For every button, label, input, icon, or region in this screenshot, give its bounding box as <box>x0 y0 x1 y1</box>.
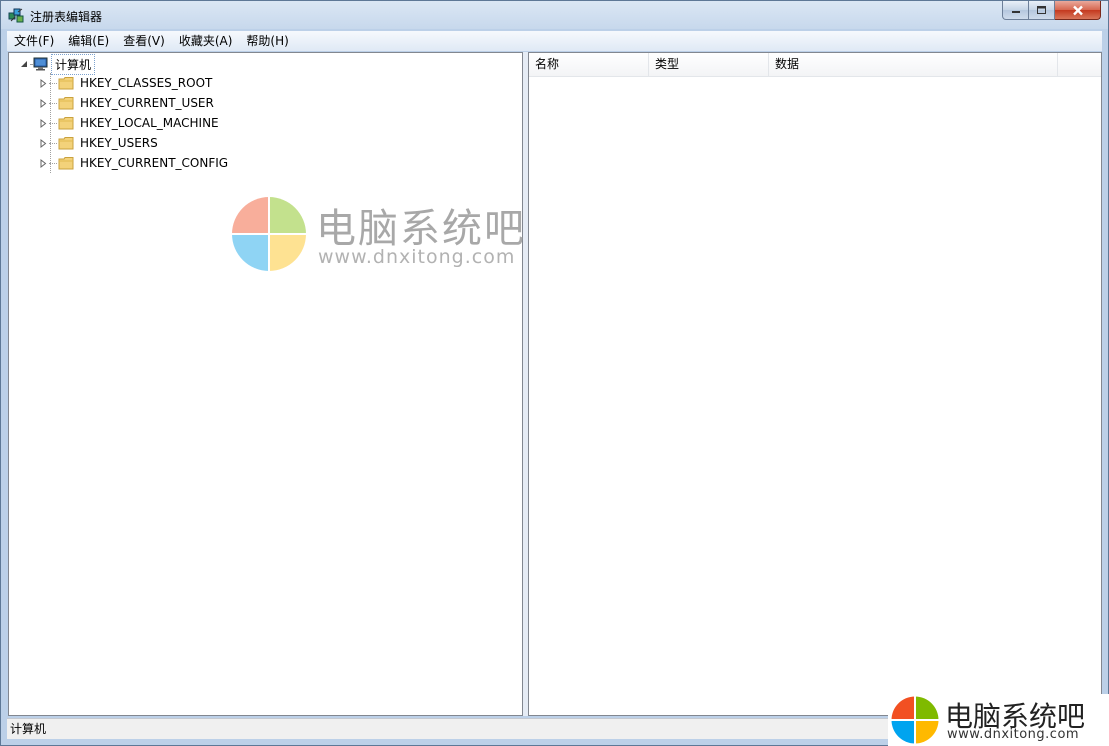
title-bar[interactable]: 注册表编辑器 <box>1 1 1108 30</box>
expand-arrow-icon[interactable] <box>38 158 48 168</box>
menu-view[interactable]: 查看(V) <box>116 31 172 51</box>
tree-root-label[interactable]: 计算机 <box>51 53 96 75</box>
tree-connector <box>49 82 57 84</box>
registry-editor-window: 注册表编辑器 文件(F) 编辑(E) 查看(V) 收藏夹(A) 帮助(H) 计算… <box>0 0 1109 746</box>
restore-icon <box>1037 6 1046 14</box>
tree-connector <box>30 63 32 65</box>
column-header-data[interactable]: 数据 <box>769 53 1058 76</box>
restore-button[interactable] <box>1029 1 1055 20</box>
folder-icon <box>58 77 74 90</box>
expand-arrow-icon[interactable] <box>38 118 48 128</box>
menu-edit[interactable]: 编辑(E) <box>61 31 116 51</box>
tree-item-hkey-users[interactable]: HKEY_USERS <box>38 133 158 153</box>
tree-connector <box>49 102 57 104</box>
column-header-type[interactable]: 类型 <box>649 53 769 76</box>
folder-icon <box>58 157 74 170</box>
tree-item-label: HKEY_USERS <box>80 136 158 150</box>
tree-item-label: HKEY_CURRENT_CONFIG <box>80 156 229 170</box>
collapse-arrow-icon[interactable] <box>19 59 29 69</box>
minimize-icon <box>1011 11 1020 13</box>
tree-connector <box>49 122 57 124</box>
watermark-corner: 电脑系统吧 www.dnxitong.com <box>888 694 1109 746</box>
tree-item-label: HKEY_LOCAL_MACHINE <box>80 116 219 130</box>
close-icon <box>1072 5 1083 15</box>
tree-connector <box>49 162 57 164</box>
menu-help[interactable]: 帮助(H) <box>239 31 295 51</box>
watermark-url: www.dnxitong.com <box>947 727 1080 742</box>
folder-icon <box>58 117 74 130</box>
tree-item-label: HKEY_CURRENT_USER <box>80 96 214 110</box>
close-button[interactable] <box>1055 1 1101 20</box>
expand-arrow-icon[interactable] <box>38 138 48 148</box>
windows-logo-icon <box>891 696 939 744</box>
watermark-url: www.dnxitong.com <box>318 246 516 268</box>
list-header: 名称 类型 数据 <box>529 53 1101 77</box>
status-path: 计算机 <box>10 722 47 736</box>
tree-item-hkey-current-config[interactable]: HKEY_CURRENT_CONFIG <box>38 153 228 173</box>
tree-connector <box>49 142 57 144</box>
folder-icon <box>58 97 74 110</box>
expand-arrow-icon[interactable] <box>38 98 48 108</box>
window-title: 注册表编辑器 <box>30 10 103 24</box>
menu-bar: 文件(F) 编辑(E) 查看(V) 收藏夹(A) 帮助(H) <box>7 31 1102 51</box>
minimize-button[interactable] <box>1002 1 1029 20</box>
column-header-name[interactable]: 名称 <box>529 53 649 76</box>
tree-pane[interactable]: 计算机 HKEY_CLASSES_ROOT HKEY_CURRENT_USER <box>8 52 523 716</box>
window-controls <box>1002 1 1101 20</box>
expand-arrow-icon[interactable] <box>38 78 48 88</box>
tree-item-hkey-current-user[interactable]: HKEY_CURRENT_USER <box>38 93 214 113</box>
watermark-center: 电脑系统吧 www.dnxitong.com <box>231 196 551 276</box>
tree-item-label: HKEY_CLASSES_ROOT <box>80 76 213 90</box>
values-list-pane[interactable]: 名称 类型 数据 <box>528 52 1102 716</box>
regedit-icon <box>8 8 24 23</box>
menu-favorites[interactable]: 收藏夹(A) <box>172 31 240 51</box>
computer-icon <box>33 57 48 71</box>
folder-icon <box>58 137 74 150</box>
tree-item-hkey-local-machine[interactable]: HKEY_LOCAL_MACHINE <box>38 113 219 133</box>
tree-item-hkey-classes-root[interactable]: HKEY_CLASSES_ROOT <box>38 73 212 93</box>
windows-logo-icon <box>232 197 306 271</box>
column-header-filler <box>1058 53 1101 76</box>
menu-file[interactable]: 文件(F) <box>7 31 61 51</box>
tree-root-row[interactable]: 计算机 <box>19 53 96 75</box>
